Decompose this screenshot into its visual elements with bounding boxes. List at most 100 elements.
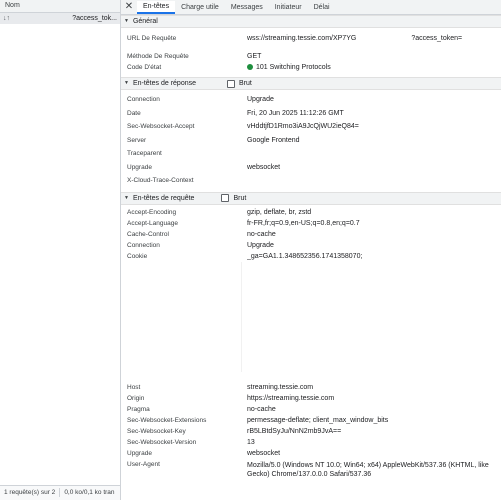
status-bar: 1 requête(s) sur 2 0,0 ko/0,1 ko tran — [0, 485, 120, 500]
header-key: Connection — [127, 96, 160, 103]
request-row-cookie: Cookie _ga=GA1.1.348652356.1741358070; — [121, 251, 501, 262]
header-value: Upgrade — [247, 241, 274, 249]
raw-label: Brut — [239, 80, 252, 87]
request-row: Accept-Language fr-FR,fr;q=0.9,en-US;q=0.… — [121, 218, 501, 229]
header-key: Server — [127, 136, 147, 144]
header-key: Origin — [127, 394, 145, 402]
header-key: Code D'état — [127, 64, 162, 71]
transfer-size: 0,0 ko/0,1 ko tran — [64, 489, 115, 496]
header-value: wss://streaming.tessie.com/XP7YG ?access_… — [247, 31, 501, 47]
request-row: Pragma no-cache — [121, 404, 501, 415]
request-headers-title: En-têtes de requête — [132, 194, 195, 202]
header-key: URL De Requête — [127, 35, 177, 42]
header-key: X-Cloud-Trace-Context — [127, 177, 194, 184]
header-key: Upgrade — [127, 449, 152, 457]
header-value: websocket — [247, 163, 281, 171]
header-key: Date — [127, 109, 141, 117]
header-value: vHddtjfD1Rmo3iA9JcQjWU2ieQ84= — [247, 123, 359, 130]
cookie-value-area — [121, 261, 501, 382]
header-value: streaming.tessie.com — [247, 383, 314, 391]
response-rows: Connection Upgrade Date Fri, 20 Jun 2025 1… — [121, 90, 501, 192]
cookie-blank-region — [241, 261, 500, 372]
request-list-panel: Nom ↓↑ ?access_tok... 1 requête(s) sur 2… — [0, 0, 121, 500]
tab-timing[interactable]: Délai — [308, 1, 336, 14]
header-value: Google Frontend — [247, 136, 300, 144]
header-key: Host — [127, 383, 141, 391]
header-value: _ga=GA1.1.348652356.1741358070; — [247, 252, 363, 260]
request-row-user-agent: User-Agent Mozilla/5.0 (Windows NT 10.0;… — [121, 459, 501, 481]
request-rows: Accept-Encoding gzip, deflate, br, zstd A… — [121, 205, 501, 485]
request-row: Sec-Websocket-Extensions permessage-defla… — [121, 415, 501, 426]
response-row: Upgrade websocket — [121, 161, 501, 175]
request-row: Origin https://streaming.tessie.com — [121, 393, 501, 404]
triangle-down-icon: ▼ — [124, 194, 129, 201]
header-key: Accept-Encoding — [127, 208, 177, 216]
header-value: https://streaming.tessie.com — [247, 394, 335, 402]
header-key: User-Agent — [127, 460, 160, 468]
header-key: Cache-Control — [127, 230, 169, 238]
request-row: Connection Upgrade — [121, 240, 501, 251]
header-value: Mozilla/5.0 (Windows NT 10.0; Win64; x64… — [247, 461, 489, 478]
header-key: Méthode De Requête — [127, 53, 189, 60]
url-value: wss://streaming.tessie.com/XP7YG — [247, 35, 357, 42]
general-row-status: Code D'état 101 Switching Protocols — [121, 62, 501, 73]
general-rows: URL De Requête wss://streaming.tessie.co… — [121, 28, 501, 77]
raw-checkbox[interactable] — [227, 79, 235, 88]
response-row: Traceparent — [121, 147, 501, 161]
header-value: Upgrade — [247, 96, 274, 103]
request-row: Cache-Control no-cache — [121, 229, 501, 240]
header-key: Connection — [127, 241, 160, 249]
request-row[interactable]: ↓↑ ?access_tok... — [0, 13, 120, 24]
request-row: Sec-Websocket-Version 13 — [121, 437, 501, 448]
tab-payload[interactable]: Charge utile — [175, 1, 225, 14]
response-headers-title: En-têtes de réponse — [132, 80, 196, 87]
header-value — [247, 174, 501, 188]
header-key: Cookie — [127, 252, 148, 260]
header-key: Upgrade — [127, 163, 152, 171]
header-value: gzip, deflate, br, zstd — [247, 208, 312, 216]
general-row-url: URL De Requête wss://streaming.tessie.co… — [121, 31, 501, 47]
header-key: Traceparent — [127, 150, 162, 157]
response-row: Server Google Frontend — [121, 134, 501, 148]
name-column-header[interactable]: Nom — [0, 0, 120, 13]
url-token: ?access_token= — [411, 35, 463, 42]
details-tabs: ✕ En-têtes Charge utile Messages Initiat… — [121, 0, 501, 15]
header-value: 101 Switching Protocols — [247, 62, 501, 73]
request-row: Accept-Encoding gzip, deflate, br, zstd — [121, 207, 501, 218]
header-value: websocket — [247, 449, 281, 457]
request-row: Sec-Websocket-Key rB5LBtdSyJu/NnN2mb9JvA=… — [121, 426, 501, 437]
header-key: Sec-Websocket-Version — [127, 438, 197, 446]
raw-checkbox[interactable] — [221, 194, 230, 202]
status-code-text: 101 Switching Protocols — [256, 64, 331, 71]
header-key: Sec-Websocket-Extensions — [127, 416, 207, 424]
header-key: Pragma — [127, 405, 150, 413]
triangle-down-icon: ▼ — [124, 80, 129, 86]
tab-messages[interactable]: Messages — [225, 1, 269, 14]
header-value: no-cache — [247, 405, 276, 413]
tab-initiator[interactable]: Initiateur — [269, 1, 308, 14]
details-panel: ✕ En-têtes Charge utile Messages Initiat… — [121, 0, 501, 500]
request-name: ?access_tok... — [72, 15, 117, 22]
request-row: Host streaming.tessie.com — [121, 382, 501, 393]
header-value: 13 — [247, 438, 255, 446]
header-value: no-cache — [247, 230, 276, 238]
tab-headers[interactable]: En-têtes — [137, 1, 176, 14]
response-headers-section-header[interactable]: ▼ En-têtes de réponse Brut — [121, 77, 501, 90]
header-value: rB5LBtdSyJu/NnN2mb9JvA== — [247, 427, 342, 435]
general-row-method: Méthode De Requête GET — [121, 51, 501, 62]
close-icon[interactable]: ✕ — [121, 0, 137, 14]
response-row: Connection Upgrade — [121, 93, 501, 107]
request-headers-section-header[interactable]: ▼ En-têtes de requête Brut — [121, 191, 501, 205]
header-key: Sec-Websocket-Accept — [127, 123, 195, 130]
header-value: Fri, 20 Jun 2025 11:12:26 GMT — [247, 109, 344, 117]
header-value: GET — [247, 53, 262, 60]
header-value: fr-FR,fr;q=0.9,en-US;q=0.8,en;q=0.7 — [247, 219, 360, 227]
request-row: Upgrade websocket — [121, 448, 501, 459]
general-section-header[interactable]: ▼ Général — [121, 15, 501, 28]
headers-content: ▼ Général URL De Requête wss://streaming… — [121, 15, 501, 500]
response-row: Sec-Websocket-Accept vHddtjfD1Rmo3iA9JcQj… — [121, 120, 501, 134]
header-value — [247, 147, 501, 161]
request-count: 1 requête(s) sur 2 — [4, 489, 56, 496]
websocket-icon: ↓↑ — [3, 15, 10, 22]
raw-label: Brut — [233, 194, 247, 202]
